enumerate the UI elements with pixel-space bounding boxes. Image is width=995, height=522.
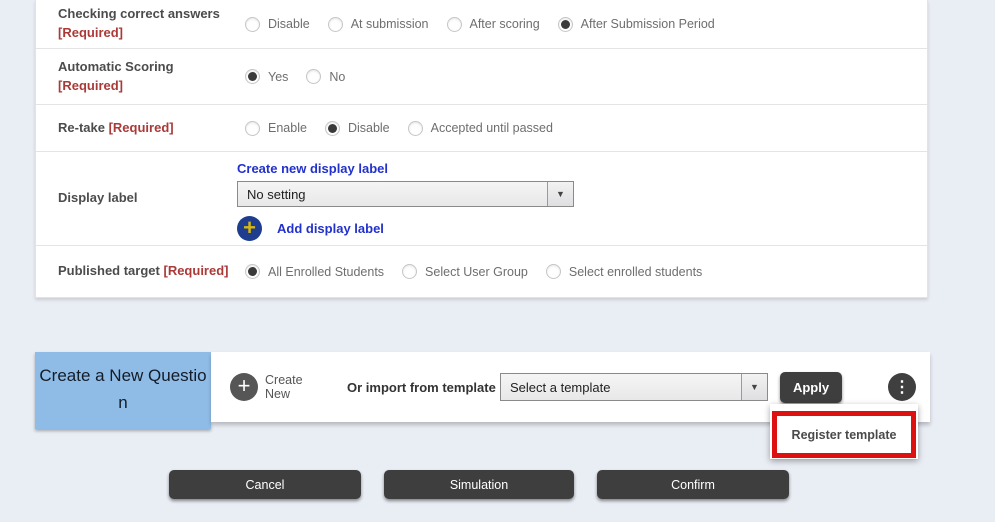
cancel-button[interactable]: Cancel [169, 470, 361, 499]
row-label: Display label [36, 189, 230, 208]
row-label: Checking correct answers [Required] [36, 5, 230, 43]
display-label-select-value[interactable]: No setting [238, 187, 547, 202]
radio-icon[interactable] [245, 121, 260, 136]
page: Checking correct answers [Required] Disa… [0, 0, 995, 522]
add-display-label-row: + Add display label [237, 216, 574, 241]
option-label[interactable]: All Enrolled Students [268, 265, 384, 279]
option-enable[interactable]: Enable [245, 121, 307, 136]
chevron-down-icon: ▼ [556, 190, 565, 199]
apply-button[interactable]: Apply [780, 372, 842, 403]
import-from-template-label: Or import from template [347, 352, 496, 422]
form-row-checking-correct-answers: Checking correct answers [Required] Disa… [36, 0, 927, 49]
plus-glyph: + [238, 375, 251, 397]
register-template-menu-item[interactable]: Register template [792, 428, 897, 442]
radio-icon[interactable] [546, 264, 561, 279]
radio-icon[interactable] [328, 17, 343, 32]
row-label-text: Published target [58, 263, 160, 278]
option-disable[interactable]: Disable [245, 17, 310, 32]
form-row-retake: Re-take [Required] Enable Disable Accept… [36, 105, 927, 152]
radio-group-published-target: All Enrolled Students Select User Group … [230, 264, 720, 279]
option-no[interactable]: No [306, 69, 345, 84]
create-new-button[interactable]: + Create New [230, 352, 315, 422]
template-select-value[interactable]: Select a template [501, 380, 741, 395]
plus-glyph: + [243, 217, 256, 239]
radio-group-automatic-scoring: Yes No [230, 69, 363, 84]
option-label[interactable]: At submission [351, 17, 429, 31]
create-new-label[interactable]: Create New [265, 373, 315, 402]
form-row-automatic-scoring: Automatic Scoring [Required] Yes No [36, 49, 927, 105]
option-at-submission[interactable]: At submission [328, 17, 429, 32]
display-label-content: Create new display label No setting ▼ + … [230, 152, 574, 241]
quiz-settings-panel: Checking correct answers [Required] Disa… [35, 0, 928, 298]
row-label: Automatic Scoring [Required] [36, 58, 230, 96]
option-label[interactable]: Select enrolled students [569, 265, 702, 279]
option-label[interactable]: No [329, 70, 345, 84]
chevron-down-icon: ▼ [750, 383, 759, 392]
required-marker: [Required] [58, 78, 123, 93]
row-label: Re-take [Required] [36, 119, 230, 138]
option-after-scoring[interactable]: After scoring [447, 17, 540, 32]
required-marker: [Required] [163, 263, 228, 278]
radio-icon[interactable] [402, 264, 417, 279]
radio-icon-selected[interactable] [245, 264, 260, 279]
option-label[interactable]: Yes [268, 70, 288, 84]
option-accepted-until-passed[interactable]: Accepted until passed [408, 121, 553, 136]
row-label: Published target [Required] [36, 262, 230, 281]
option-label[interactable]: After Submission Period [581, 17, 715, 31]
option-disable[interactable]: Disable [325, 121, 390, 136]
create-new-display-label-link[interactable]: Create new display label [237, 161, 388, 176]
form-row-display-label: Display label Create new display label N… [36, 152, 927, 246]
option-label[interactable]: Select User Group [425, 265, 528, 279]
row-label-text: Re-take [58, 120, 105, 135]
required-marker: [Required] [109, 120, 174, 135]
radio-group-checking-correct-answers: Disable At submission After scoring Afte… [230, 17, 733, 32]
option-label[interactable]: After scoring [470, 17, 540, 31]
simulation-button[interactable]: Simulation [384, 470, 574, 499]
option-after-submission-period[interactable]: After Submission Period [558, 17, 715, 32]
row-label-text: Display label [58, 190, 137, 205]
form-row-published-target: Published target [Required] All Enrolled… [36, 246, 927, 297]
radio-icon[interactable] [447, 17, 462, 32]
radio-icon[interactable] [408, 121, 423, 136]
option-select-user-group[interactable]: Select User Group [402, 264, 528, 279]
radio-icon-selected[interactable] [558, 17, 573, 32]
radio-group-retake: Enable Disable Accepted until passed [230, 121, 571, 136]
row-label-text: Automatic Scoring [58, 59, 174, 74]
display-label-select[interactable]: No setting ▼ [237, 181, 574, 207]
required-marker: [Required] [58, 25, 123, 40]
option-yes[interactable]: Yes [245, 69, 288, 84]
dropdown-button[interactable]: ▼ [547, 182, 573, 206]
radio-icon-selected[interactable] [245, 69, 260, 84]
option-label[interactable]: Enable [268, 121, 307, 135]
create-question-section-title: Create a New Question [35, 352, 211, 429]
option-label[interactable]: Disable [268, 17, 310, 31]
option-label[interactable]: Disable [348, 121, 390, 135]
radio-icon[interactable] [245, 17, 260, 32]
add-display-label-link[interactable]: Add display label [277, 221, 384, 236]
template-select[interactable]: Select a template ▼ [500, 373, 768, 401]
add-circle-icon[interactable]: + [237, 216, 262, 241]
dropdown-button[interactable]: ▼ [741, 374, 767, 400]
option-label[interactable]: Accepted until passed [431, 121, 553, 135]
kebab-menu-icon[interactable]: ⋮ [888, 373, 916, 401]
radio-icon-selected[interactable] [325, 121, 340, 136]
row-label-text: Checking correct answers [58, 6, 220, 21]
confirm-button[interactable]: Confirm [597, 470, 789, 499]
option-all-enrolled-students[interactable]: All Enrolled Students [245, 264, 384, 279]
option-select-enrolled-students[interactable]: Select enrolled students [546, 264, 702, 279]
register-template-highlight[interactable]: Register template [772, 411, 916, 458]
radio-icon[interactable] [306, 69, 321, 84]
plus-circle-icon: + [230, 373, 258, 401]
